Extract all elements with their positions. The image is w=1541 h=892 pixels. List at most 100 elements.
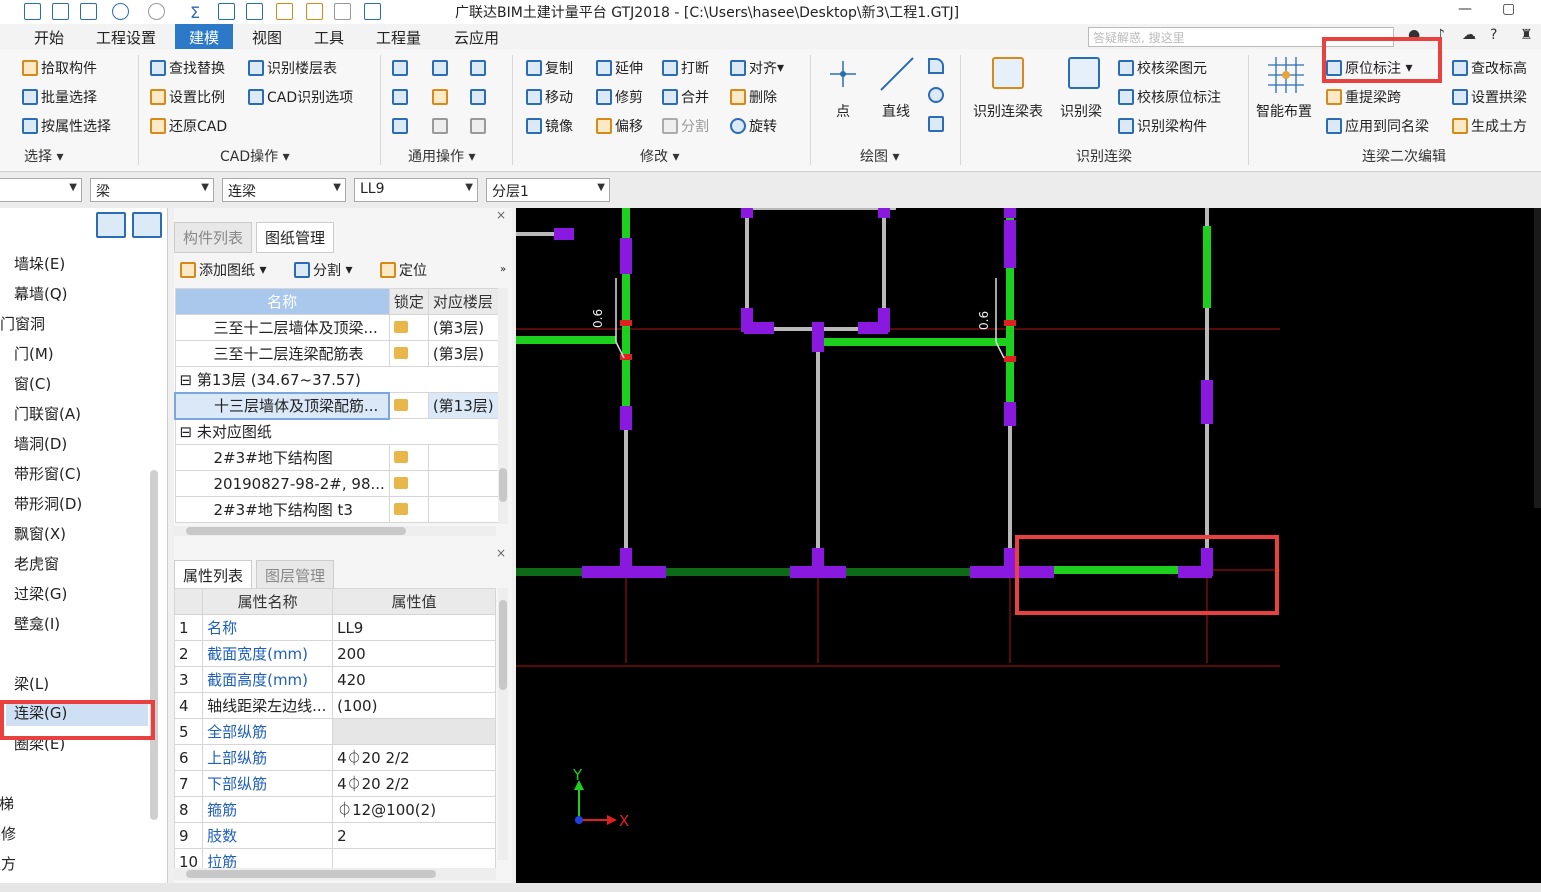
recog-beam-component-button[interactable]: 识别梁构件	[1118, 116, 1207, 136]
smart-layout-icon[interactable]	[1266, 55, 1306, 95]
table-row[interactable]: 7 下部纵筋 4⏀20 2/2	[173, 770, 496, 797]
redo-icon[interactable]	[148, 3, 165, 20]
table-row[interactable]: 4 轴线距梁左边线... (100)	[173, 692, 496, 719]
edit-elevation-button[interactable]: 查改标高	[1452, 58, 1527, 78]
select-by-attr-button[interactable]: 按属性选择	[22, 116, 111, 136]
table-row[interactable]: 1 名称 LL9	[173, 614, 496, 641]
col-floor[interactable]: 对应楼层	[427, 288, 499, 315]
table-row[interactable]: ⊟ 未对应图纸	[174, 418, 499, 445]
new-icon[interactable]	[52, 3, 69, 20]
drawing-table-hscroll[interactable]	[174, 526, 496, 536]
tree-item[interactable]: 墙垛(E)	[14, 253, 65, 274]
menu-quantity[interactable]: 工程量	[376, 27, 421, 48]
save-icon[interactable]	[24, 3, 41, 20]
sum-icon[interactable]: Σ	[190, 3, 207, 22]
table-row[interactable]: 5 全部纵筋	[173, 718, 496, 745]
add-drawing-button[interactable]: 添加图纸 ▾	[180, 260, 266, 280]
apply-same-name-button[interactable]: 应用到同名梁	[1326, 116, 1429, 136]
group-modify-label[interactable]: 修改 ▾	[640, 146, 679, 166]
edit-icon[interactable]	[306, 3, 323, 20]
category-combo[interactable]: ▼	[0, 178, 82, 202]
check-icon[interactable]	[276, 3, 293, 20]
maximize-icon[interactable]: ▢	[1502, 1, 1515, 17]
menu-start[interactable]: 开始	[34, 27, 64, 48]
tree-item[interactable]: 门(M)	[14, 343, 54, 364]
drawing-table-vscroll[interactable]	[498, 288, 508, 524]
open-icon[interactable]	[80, 3, 97, 20]
undo-icon[interactable]	[112, 3, 129, 20]
tree-item[interactable]: 壁龛(I)	[14, 613, 60, 634]
group-select-label[interactable]: 选择 ▾	[24, 146, 63, 166]
subtype-combo[interactable]: 连梁 ▼	[222, 178, 346, 202]
table-row[interactable]: 2#3#地下结构图 t3	[174, 496, 499, 523]
point-icon[interactable]	[828, 59, 858, 89]
lock-icon[interactable]	[392, 118, 408, 134]
layer-icon[interactable]	[392, 60, 408, 76]
table-icon[interactable]	[470, 89, 486, 105]
table-row[interactable]: 8 箍筋 ⏀12@100(2)	[173, 796, 496, 823]
group-secondary-label[interactable]: 连梁二次编辑	[1362, 146, 1446, 166]
property-table-vscroll[interactable]	[498, 588, 508, 860]
point-button-label[interactable]: 点	[836, 101, 850, 121]
check-beam-button[interactable]: 校核梁图元	[1118, 58, 1207, 78]
table-row[interactable]: 6 上部纵筋 4⏀20 2/2	[173, 744, 496, 771]
dimension-icon[interactable]	[470, 60, 486, 76]
pick-component-button[interactable]: 拾取构件	[22, 58, 97, 78]
trim-button[interactable]: 修剪	[596, 87, 643, 107]
mirror-button[interactable]: 镜像	[526, 116, 573, 136]
tree-item[interactable]: 老虎窗	[14, 553, 59, 574]
group-draw-label[interactable]: 绘图 ▾	[860, 146, 899, 166]
split-drawing-button[interactable]: 分割 ▾	[294, 260, 352, 280]
minimize-icon[interactable]: —	[1458, 1, 1472, 17]
tree-item[interactable]: 窗(C)	[14, 373, 51, 394]
extend-button[interactable]: 延伸	[596, 58, 643, 78]
tab-property-list[interactable]: 属性列表	[174, 560, 253, 591]
cad-options-button[interactable]: CAD识别选项	[248, 87, 353, 107]
table-row[interactable]: 三至十二层连梁配筋表 (第3层)	[174, 340, 499, 367]
table-row[interactable]: ⊟ 第13层 (34.67~37.57)	[174, 366, 499, 393]
table-row[interactable]: 三至十二层墙体及顶梁... (第3层)	[174, 314, 499, 341]
calc-icon[interactable]	[218, 3, 235, 20]
window-icon[interactable]	[432, 60, 448, 76]
batch-select-button[interactable]: 批量选择	[22, 87, 97, 107]
layer-combo[interactable]: 分层1 ▼	[486, 178, 610, 202]
table-row[interactable]: 9 肢数 2	[173, 822, 496, 849]
recog-table-icon[interactable]	[992, 57, 1024, 89]
type-combo[interactable]: 梁 ▼	[90, 178, 214, 202]
table-row[interactable]: 2 截面宽度(mm) 200	[173, 640, 496, 667]
tree-item[interactable]: 梁(L)	[14, 673, 49, 694]
recog-beam-button[interactable]: 识别梁	[1060, 101, 1102, 121]
line-button-label[interactable]: 直线	[882, 101, 910, 121]
offset-button[interactable]: 偏移	[596, 116, 643, 136]
menu-view[interactable]: 视图	[252, 27, 282, 48]
locate-drawing-button[interactable]: 定位	[380, 260, 427, 280]
group-common-label[interactable]: 通用操作 ▾	[408, 146, 475, 166]
arc-icon[interactable]	[928, 58, 944, 74]
set-scale-button[interactable]: 设置比例	[150, 87, 225, 107]
move-button[interactable]: 移动	[526, 87, 573, 107]
grid-icon[interactable]	[334, 3, 351, 20]
menu-project-settings[interactable]: 工程设置	[96, 27, 156, 48]
col-name[interactable]: 名称	[174, 288, 390, 315]
generate-earthwork-button[interactable]: 生成土方	[1452, 116, 1527, 136]
find-replace-button[interactable]: 查找替换	[150, 58, 225, 78]
tab-component-list[interactable]: 构件列表	[174, 222, 253, 253]
tree-item[interactable]: 带形窗(C)	[14, 463, 81, 484]
filter-icon[interactable]	[470, 118, 486, 134]
delete-button[interactable]: 删除	[730, 87, 777, 107]
group-recog-label[interactable]: 识别连梁	[1076, 146, 1132, 166]
canvas-scrollbar[interactable]	[1534, 208, 1541, 508]
group-cad-label[interactable]: CAD操作 ▾	[220, 146, 290, 166]
column-icon[interactable]	[432, 89, 448, 105]
circle-icon[interactable]	[928, 87, 944, 103]
close-icon[interactable]: ×	[496, 208, 506, 222]
tree-item[interactable]: 门联窗(A)	[14, 403, 81, 424]
check-annotation-button[interactable]: 校核原位标注	[1118, 87, 1221, 107]
smart-layout-button[interactable]: 智能布置	[1256, 101, 1312, 121]
split-button[interactable]: 分割	[662, 116, 709, 136]
report-icon[interactable]	[246, 3, 263, 20]
set-arch-beam-button[interactable]: 设置拱梁	[1452, 87, 1527, 107]
merge-button[interactable]: 合并	[662, 87, 709, 107]
menu-modeling[interactable]: 建模	[175, 24, 234, 49]
table-row[interactable]: 3 截面高度(mm) 420	[173, 666, 496, 693]
